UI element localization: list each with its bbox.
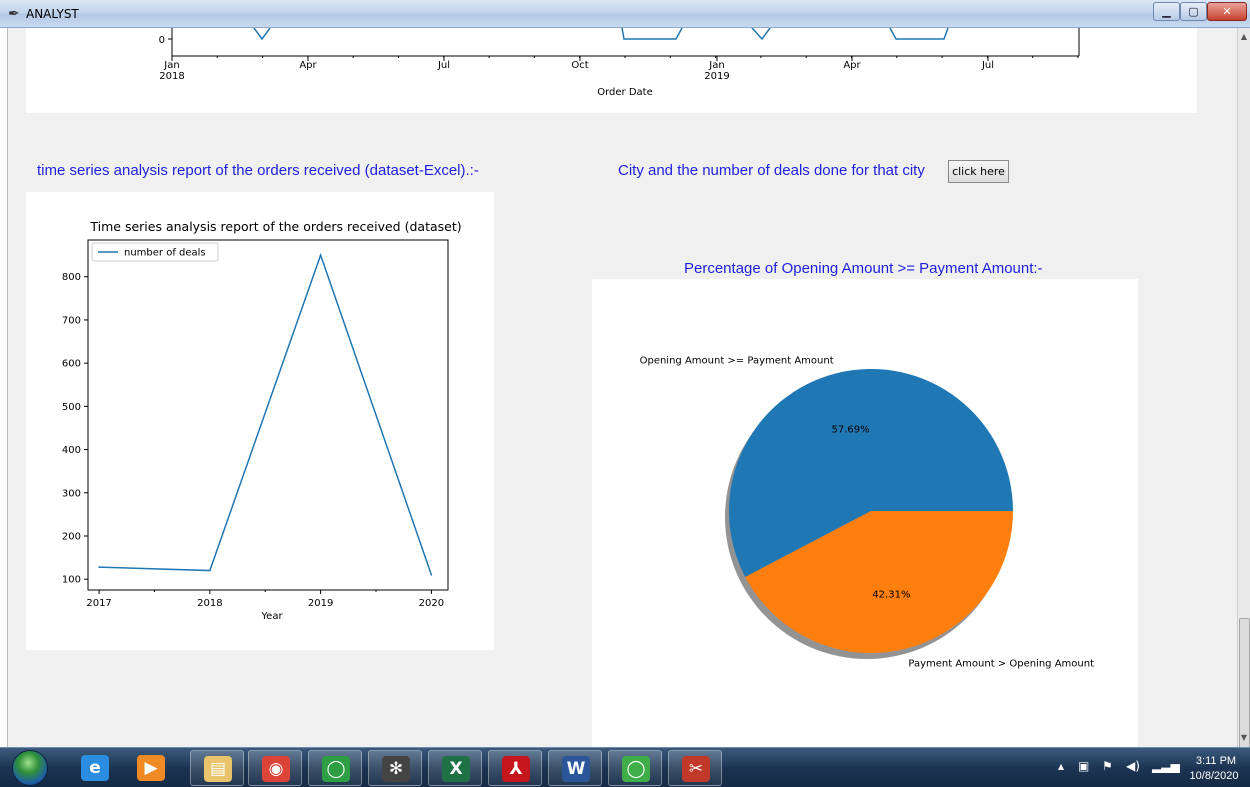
- data-point: [319, 254, 322, 256]
- snipping-tool-icon: ✂: [682, 756, 710, 782]
- x-tick-label: 2020: [419, 598, 444, 609]
- internet-explorer-icon: e: [81, 755, 109, 781]
- flag-icon[interactable]: ⚑: [1102, 759, 1113, 773]
- spider-web-icon: ✻: [382, 756, 410, 782]
- y-tick-label: 600: [62, 359, 81, 370]
- clock-time[interactable]: 3:11 PM: [1184, 755, 1248, 767]
- vertical-scrollbar[interactable]: ▲ ▼: [1237, 28, 1250, 763]
- x-tick-label: 2017: [86, 598, 111, 609]
- scroll-down-icon[interactable]: ▼: [1238, 731, 1250, 745]
- clock-date[interactable]: 10/8/2020: [1178, 770, 1250, 782]
- pie-pct-label: 42.31%: [872, 590, 910, 601]
- excel-icon: X: [442, 756, 470, 782]
- series-line: [889, 27, 949, 40]
- signal-icon[interactable]: ▂▃▅: [1152, 759, 1180, 773]
- city-click-here-button[interactable]: click here: [948, 160, 1009, 183]
- spider-web-taskbar-button[interactable]: ✻: [368, 750, 422, 786]
- series-line-number-of-deals: [99, 252, 433, 576]
- file-explorer-icon: ▤: [204, 756, 232, 782]
- y-tick-label: 300: [62, 488, 81, 499]
- scroll-up-icon[interactable]: ▲: [1238, 30, 1250, 44]
- excel-taskbar-button[interactable]: X: [428, 750, 482, 786]
- y-tick-label: 800: [62, 272, 81, 283]
- series-line: [253, 27, 271, 41]
- internet-explorer-taskbar-button[interactable]: e: [68, 750, 122, 786]
- chrome-taskbar-button[interactable]: ◉: [248, 750, 302, 786]
- x-tick-label: Jul: [981, 60, 994, 71]
- minimize-icon: ▁: [1162, 5, 1171, 18]
- timeseries-chart-panel: Time series analysis report of the order…: [26, 192, 494, 650]
- x-tick-label: Jul: [437, 60, 450, 71]
- x-tick-label: 2018: [197, 598, 222, 609]
- x-tick-year-label: 2018: [159, 71, 184, 82]
- data-point: [430, 574, 433, 576]
- pie-chart-panel: 57.69% Opening Amount >= Payment Amount 42…: [592, 279, 1138, 747]
- order-date-chart-panel: 0 Jan 2018 Apr Jul Oct Jan 2019 Apr Jul Order Date: [26, 27, 1197, 113]
- network-device-icon[interactable]: ▣: [1078, 759, 1089, 773]
- file-explorer-taskbar-button[interactable]: ▤: [190, 750, 244, 786]
- system-tray: ▴ ▣ ⚑ ◀) ▂▃▅ 3:11 PM 10/8/2020: [1054, 748, 1250, 787]
- chart-title: Time series analysis report of the order…: [89, 219, 461, 234]
- y-tick-label: 100: [62, 575, 81, 586]
- timeseries-heading: time series analysis report of the order…: [37, 162, 479, 179]
- legend-label: number of deals: [124, 248, 206, 259]
- pie-slice-label: Payment Amount > Opening Amount: [908, 659, 1094, 670]
- series-line: [621, 27, 683, 40]
- x-tick-year-label: 2019: [704, 71, 729, 82]
- volume-icon[interactable]: ◀): [1126, 759, 1140, 773]
- data-point: [209, 569, 211, 572]
- x-tick-label: Jan: [708, 60, 724, 71]
- taskbar: e ▶ ▤ ◉ ◯ ✻ X ⅄ W ◯ ✂ ▴ ▣ ⚑ ◀) ▂▃▅ 3:11 PM 10/8/20…: [0, 747, 1250, 787]
- data-point: [98, 566, 100, 568]
- refresh-app-taskbar-button[interactable]: ◯: [308, 750, 362, 786]
- x-tick-label: Apr: [299, 60, 317, 71]
- media-player-icon: ▶: [137, 755, 165, 781]
- y-tick-label: 400: [62, 445, 81, 456]
- window-frame-left: [0, 28, 8, 747]
- x-tick-label: Jan: [163, 60, 179, 71]
- window-title-bar[interactable]: ✒ ANALYST ▁ ▢ ✕: [0, 0, 1250, 28]
- window-title: ANALYST: [26, 7, 79, 21]
- maximize-button[interactable]: ▢: [1180, 2, 1207, 21]
- y-tick-label: 700: [62, 315, 81, 326]
- series-line: [751, 27, 771, 41]
- word-taskbar-button[interactable]: W: [548, 750, 602, 786]
- acrobat-taskbar-button[interactable]: ⅄: [488, 750, 542, 786]
- x-tick-label: 2019: [308, 598, 333, 609]
- python-app-taskbar-button[interactable]: ◯: [608, 750, 662, 786]
- percentage-heading: Percentage of Opening Amount >= Payment …: [684, 260, 1043, 277]
- acrobat-icon: ⅄: [502, 756, 530, 782]
- x-tick-label: Oct: [571, 60, 588, 71]
- maximize-icon: ▢: [1188, 5, 1199, 18]
- close-button[interactable]: ✕: [1207, 2, 1247, 21]
- close-icon: ✕: [1222, 5, 1232, 18]
- minimize-button[interactable]: ▁: [1153, 2, 1180, 21]
- media-player-taskbar-button[interactable]: ▶: [124, 750, 178, 786]
- snipping-tool-taskbar-button[interactable]: ✂: [668, 750, 722, 786]
- x-axis-label: Year: [260, 611, 283, 622]
- chrome-icon: ◉: [262, 756, 290, 782]
- y-tick-label: 200: [62, 531, 81, 542]
- order-date-chart: 0Jan2018Apr Jul Oct Jan2019Apr JulOrder Date: [159, 27, 1080, 98]
- y-tick-label: 0: [159, 35, 165, 46]
- x-axis-label: Order Date: [597, 87, 653, 98]
- plot-frame: [87, 239, 449, 591]
- pie-pct-label: 57.69%: [832, 424, 870, 435]
- x-tick-label: Apr: [843, 60, 861, 71]
- refresh-app-icon: ◯: [322, 756, 350, 782]
- opening-vs-payment-pie-chart: 57.69% Opening Amount >= Payment Amount 42…: [640, 355, 1094, 670]
- city-heading: City and the number of deals done for th…: [618, 162, 925, 179]
- feather-icon: ✒: [8, 6, 20, 22]
- show-hidden-icon[interactable]: ▴: [1058, 759, 1064, 773]
- word-icon: W: [562, 756, 590, 782]
- pie-slice-label: Opening Amount >= Payment Amount: [640, 355, 834, 366]
- timeseries-line-chart: Time series analysis report of the order…: [62, 219, 462, 622]
- python-app-icon: ◯: [622, 756, 650, 782]
- windows-start-icon[interactable]: [12, 750, 48, 786]
- y-tick-label: 500: [62, 402, 81, 413]
